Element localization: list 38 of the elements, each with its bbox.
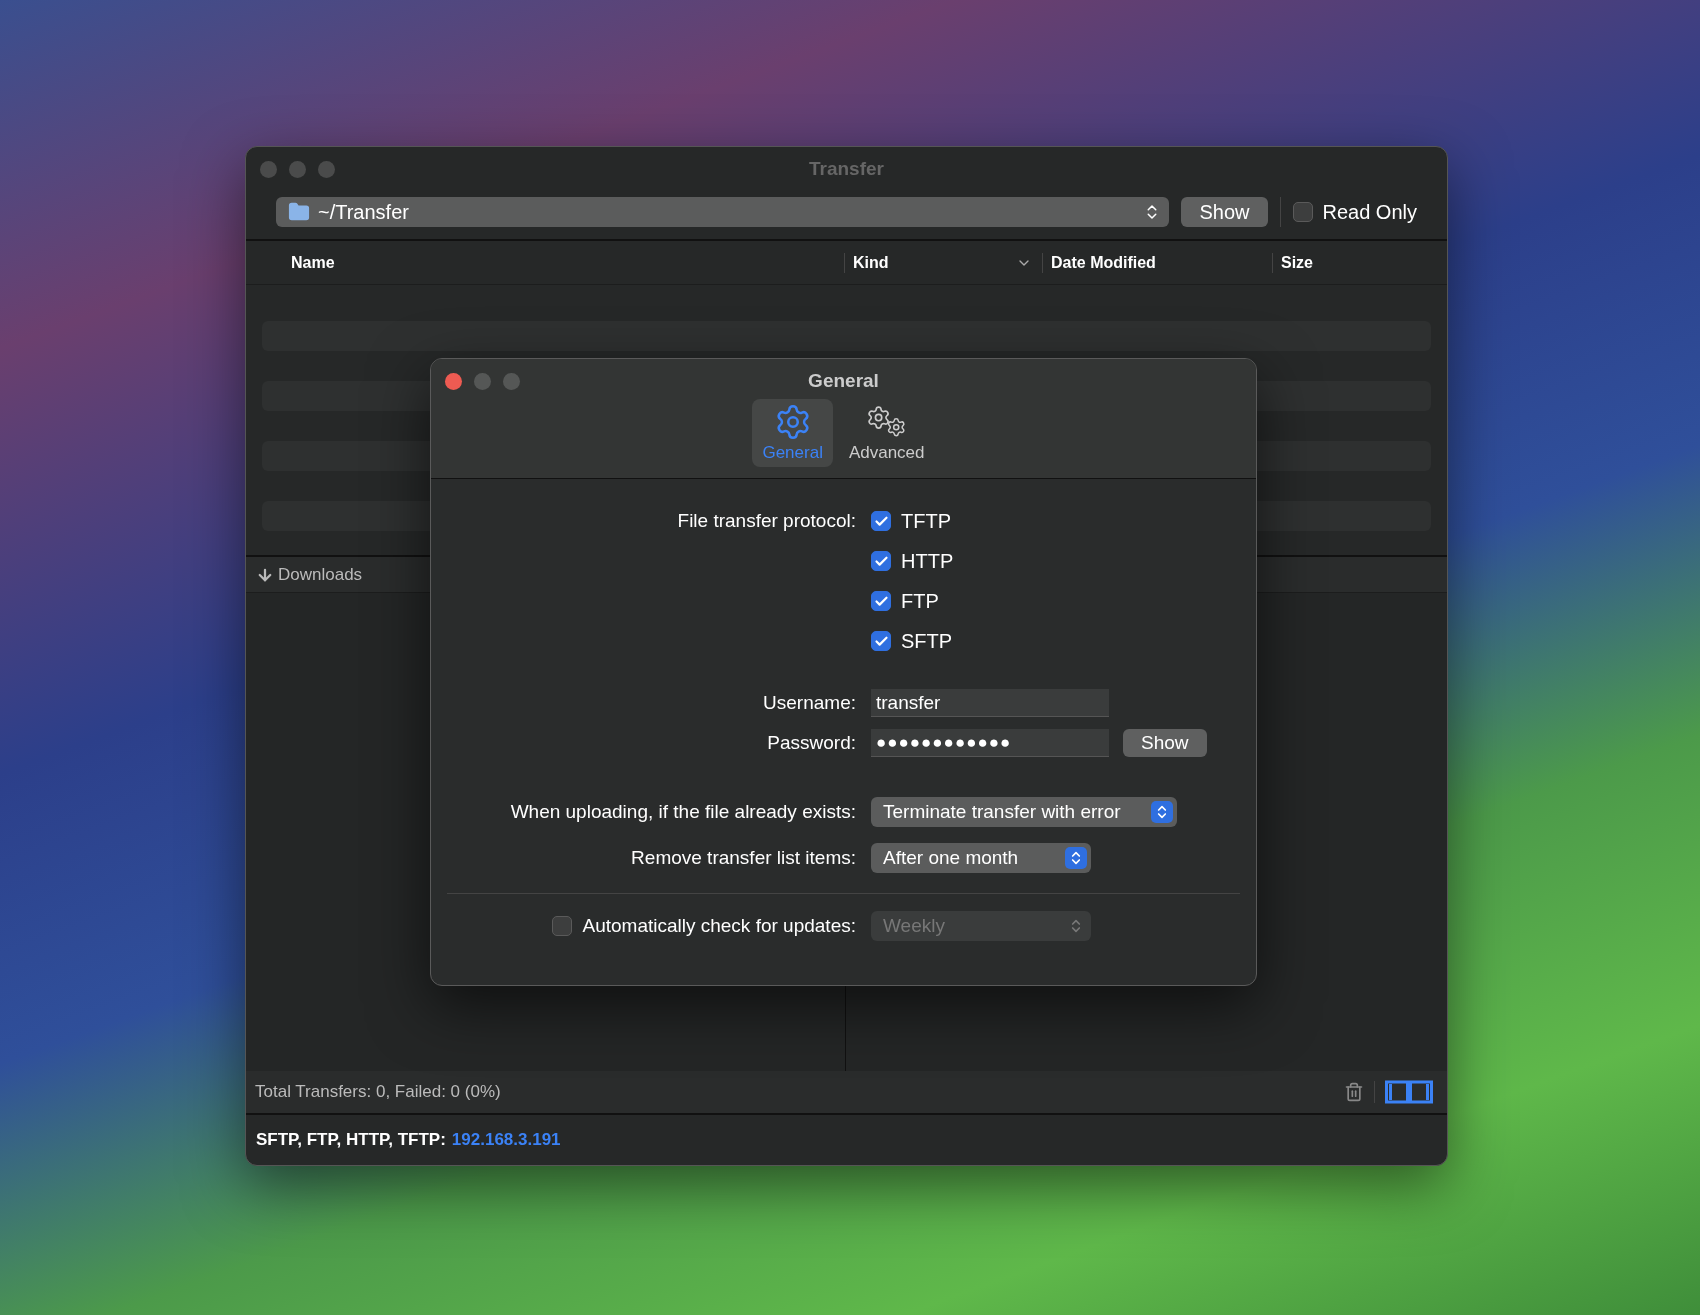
- checkbox-label: TFTP: [901, 509, 951, 533]
- server-label: SFTP, FTP, HTTP, TFTP:: [256, 1130, 446, 1150]
- show-password-button[interactable]: Show: [1123, 729, 1207, 757]
- protocol-checkbox[interactable]: [871, 551, 891, 571]
- protocol-checkbox[interactable]: [871, 631, 891, 651]
- status-text: Total Transfers: 0, Failed: 0 (0%): [255, 1082, 501, 1102]
- checkbox-label: FTP: [901, 589, 939, 613]
- trash-icon[interactable]: [1344, 1082, 1364, 1102]
- dropdown[interactable]: Terminate transfer with error: [871, 797, 1177, 827]
- username-field[interactable]: transfer: [871, 689, 1109, 717]
- column-header[interactable]: Kind: [844, 252, 1042, 273]
- split-view-icon[interactable]: [1385, 1080, 1433, 1104]
- protocol-checkbox[interactable]: [871, 591, 891, 611]
- field-label: When uploading, if the file already exists:: [510, 801, 856, 823]
- checkbox-label: HTTP: [901, 549, 954, 573]
- checkbox-label: Read Only: [1322, 200, 1417, 224]
- dropdown[interactable]: After one month: [871, 843, 1091, 873]
- field-label: File transfer protocol:: [677, 510, 856, 532]
- window-control[interactable]: [445, 373, 462, 390]
- checkbox-label: SFTP: [901, 629, 953, 653]
- field-label: Username:: [763, 692, 856, 714]
- field-label: Remove transfer list items:: [631, 847, 856, 869]
- checkbox-label: Automatically check for updates:: [582, 915, 856, 937]
- dialog-title: General: [808, 370, 879, 392]
- password-field[interactable]: ●●●●●●●●●●●●: [871, 729, 1109, 757]
- column-header[interactable]: Date Modified: [1042, 252, 1272, 273]
- section-title: Downloads: [278, 564, 363, 585]
- window-title: Transfer: [809, 158, 884, 180]
- folder-path-popup[interactable]: ~/Transfer: [276, 197, 1170, 227]
- field-label: Password:: [767, 732, 856, 754]
- protocol-checkbox[interactable]: [871, 511, 891, 531]
- preference-tab[interactable]: Advanced: [838, 399, 935, 467]
- read-only-checkbox[interactable]: [1292, 202, 1313, 222]
- address-link[interactable]: 192.168.3.191: [451, 1130, 561, 1150]
- folder-icon: [288, 201, 310, 223]
- show-button[interactable]: Show: [1181, 197, 1268, 227]
- column-header[interactable]: Name: [246, 252, 844, 273]
- column-header[interactable]: Size: [1272, 252, 1422, 273]
